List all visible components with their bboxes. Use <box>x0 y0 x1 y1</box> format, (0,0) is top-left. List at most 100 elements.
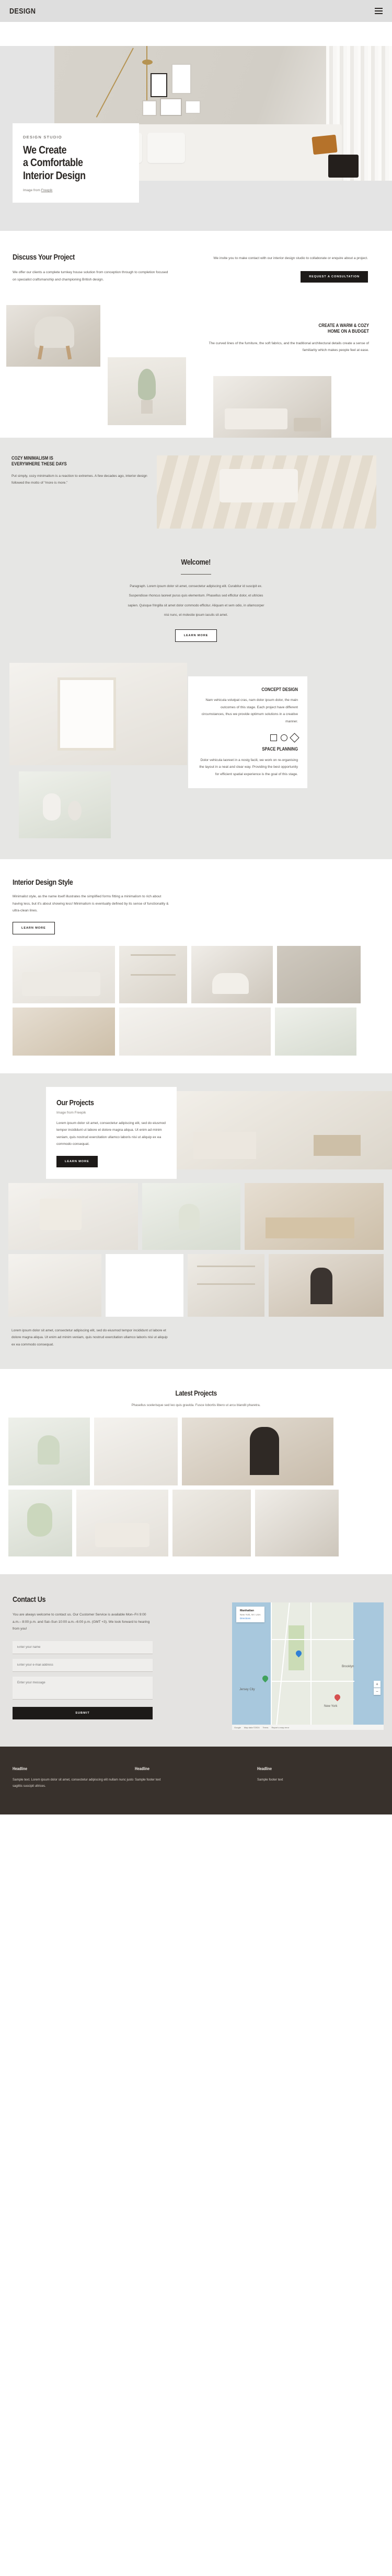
welcome-learn-more-button[interactable]: LEARN MORE <box>175 629 217 642</box>
latest-section: Latest Projects Phasellus scelerisque se… <box>0 1369 392 1575</box>
welcome-section: Welcome! Paragraph. Lorem ipsum dolor si… <box>0 540 392 663</box>
map-feedback-link[interactable]: Report a map error <box>271 1726 289 1729</box>
warm-body: The curved lines of the furniture, the s… <box>209 341 369 353</box>
map-label-jersey: Jersey City <box>239 1688 255 1692</box>
discuss-section: Discuss Your Project We offer our client… <box>0 231 392 302</box>
map-info-card[interactable]: Manhattan New York, NY, USA Directions <box>236 1607 264 1623</box>
welcome-paragraph: sapien. Quisque fringilla sit amet dolor… <box>128 603 264 607</box>
map-brand: Google <box>234 1726 241 1729</box>
project-white-gap <box>106 1254 184 1317</box>
space-planning-body: Dolor vehicula laoreet in a nostg facili… <box>199 758 298 776</box>
latest-title: Latest Projects <box>175 1389 217 1398</box>
concept-title: CONCEPT DESIGN <box>261 686 298 692</box>
style-learn-more-button[interactable]: LEARN MORE <box>13 921 55 934</box>
contact-form: SUBMIT <box>13 1641 153 1719</box>
page-title: We Create a Comfortable Interior Design <box>23 144 86 182</box>
contact-title: Contact Us <box>13 1595 46 1605</box>
projects-credit: Image from Freepik <box>56 1110 86 1115</box>
project-image-4 <box>8 1254 102 1317</box>
name-field[interactable] <box>13 1641 153 1654</box>
cozy-section: COZY MINIMALISM IS EVERYWHERE THESE DAYS … <box>0 438 392 541</box>
discuss-body: We offer our clients a complete turnkey … <box>13 271 168 282</box>
discuss-invite: We invite you to make contact with our i… <box>213 256 368 261</box>
map-label-brooklyn: Brooklyn <box>342 1665 354 1669</box>
footer-headline: Headline <box>257 1766 272 1772</box>
diamond-icon <box>290 733 299 743</box>
map-label-newyork: New York <box>324 1705 338 1708</box>
footer-headline: Headline <box>13 1766 28 1772</box>
map-zoom-in-button[interactable]: + <box>374 1681 381 1688</box>
warm-cozy-section: CREATE A WARM & COZY HOME ON A BUDGET The… <box>0 302 392 438</box>
footer-text: Sample text. Lorem ipsum dolor sit amet,… <box>13 1778 134 1788</box>
style-image-7 <box>275 1007 356 1056</box>
projects-learn-more-button[interactable]: LEARN MORE <box>56 1155 98 1167</box>
email-field[interactable] <box>13 1658 153 1672</box>
projects-caption: Lorem ipsum dolor sit amet, consectetur … <box>11 1328 168 1346</box>
style-body: Minimalist style, as the name itself ill… <box>13 894 169 913</box>
welcome-paragraph: Suspendisse rhoncus laoreet purus quis e… <box>129 594 263 598</box>
footer-column: Headline Sample footer text <box>135 1766 257 1789</box>
freepik-link[interactable]: Freepik <box>41 189 53 192</box>
style-section: Interior Design Style Minimalist style, … <box>0 859 392 1073</box>
style-image-3 <box>191 945 273 1003</box>
circle-icon <box>281 734 287 742</box>
contact-map[interactable]: New York Jersey City Brooklyn Manhattan … <box>232 1602 384 1730</box>
map-directions-link[interactable]: Directions <box>240 1617 261 1620</box>
warm-title: CREATE A WARM & COZY HOME ON A BUDGET <box>318 323 369 334</box>
welcome-paragraph: nisi nunc, et molestie ipsum iaculis sit… <box>164 613 228 617</box>
latest-image-2 <box>94 1418 178 1486</box>
concept-body: Nam vehicula volutpat cras, nam dolor ip… <box>201 698 298 723</box>
submit-button[interactable]: SUBMIT <box>13 1706 153 1719</box>
contact-section: Contact Us You are always welcome to con… <box>0 1574 392 1747</box>
welcome-paragraphs: Paragraph. Lorem ipsum dolor sit amet, c… <box>0 583 392 618</box>
projects-title: Our Projects <box>56 1098 94 1107</box>
welcome-paragraph: Paragraph. Lorem ipsum dolor sit amet, c… <box>130 584 262 589</box>
project-image-2 <box>142 1182 241 1250</box>
hero-kicker: DESIGN STUDIO <box>23 135 62 139</box>
hamburger-icon[interactable] <box>375 8 383 14</box>
style-title: Interior Design Style <box>13 877 73 887</box>
vases-image <box>19 771 111 838</box>
hero-credit: Image from Freepik <box>23 189 53 193</box>
map-zoom-out-button[interactable]: − <box>374 1688 381 1695</box>
project-image-6 <box>268 1254 384 1317</box>
footer-headline: Headline <box>135 1766 150 1772</box>
style-image-1 <box>13 945 115 1003</box>
style-image-5 <box>13 1007 115 1056</box>
layout-icon <box>270 734 277 742</box>
footer-text: Sample footer text <box>135 1778 161 1782</box>
latest-image-7 <box>255 1490 339 1557</box>
project-image-1 <box>8 1182 138 1250</box>
discuss-title: Discuss Your Project <box>13 253 75 262</box>
projects-card: Our Projects Image from Freepik Lorem ip… <box>46 1086 177 1179</box>
discuss-right: We invite you to make contact with our i… <box>195 253 368 283</box>
concept-images <box>9 662 208 838</box>
divider <box>181 574 211 575</box>
welcome-title: Welcome! <box>181 558 211 567</box>
hero-section: DESIGN STUDIO We Create a Comfortable Inte… <box>0 46 392 231</box>
cozy-body: Put simply, cozy minimalism is a reactio… <box>11 474 147 485</box>
latest-image-3 <box>182 1418 333 1486</box>
cozy-title: COZY MINIMALISM IS EVERYWHERE THESE DAYS <box>11 455 67 467</box>
footer-column: Headline Sample footer text <box>257 1766 379 1789</box>
project-image-5 <box>188 1254 264 1317</box>
message-field[interactable] <box>13 1676 153 1700</box>
living-room-image <box>213 376 331 438</box>
frame-mockup-image <box>9 662 187 765</box>
discuss-left: Discuss Your Project We offer our client… <box>13 253 185 283</box>
style-image-6 <box>119 1007 271 1056</box>
map-terms-link[interactable]: Terms <box>263 1726 269 1729</box>
projects-hero-image <box>172 1091 392 1169</box>
concept-card: CONCEPT DESIGN Nam vehicula volutpat cra… <box>188 676 307 789</box>
site-logo[interactable]: DESIGN <box>9 7 36 16</box>
site-header: DESIGN <box>0 0 392 22</box>
concept-icons <box>198 733 299 743</box>
space-planning-title: SPACE PLANNING <box>262 746 298 752</box>
concept-section: CONCEPT DESIGN Nam vehicula volutpat cra… <box>0 662 392 859</box>
map-data-attribution: Map data ©2024 <box>244 1726 260 1729</box>
hero-text-card: DESIGN STUDIO We Create a Comfortable Inte… <box>13 123 139 203</box>
request-consultation-button[interactable]: REQUEST A CONSULTATION <box>301 271 368 283</box>
latest-image-6 <box>172 1490 251 1557</box>
footer-column: Headline Sample text. Lorem ipsum dolor … <box>13 1766 135 1789</box>
latest-subtitle: Phasellus scelerisque sed leo quis gravi… <box>131 1403 261 1408</box>
